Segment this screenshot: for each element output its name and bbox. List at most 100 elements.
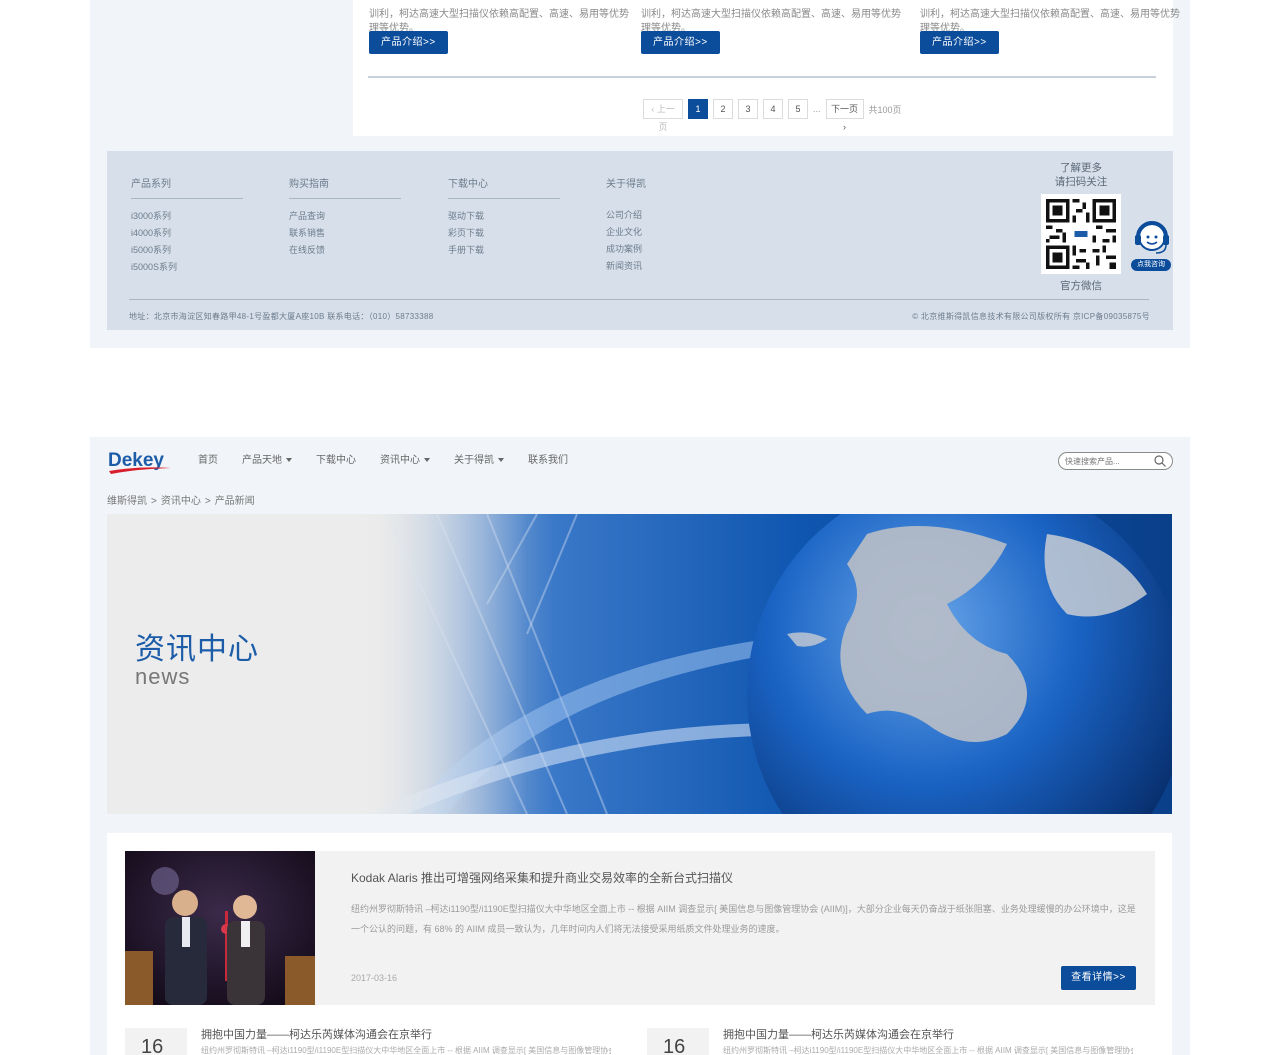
news-day: 16: [663, 1036, 686, 1055]
footer-link[interactable]: 在线反馈: [289, 245, 401, 256]
nav-label: 联系我们: [528, 455, 568, 466]
product-intro-button[interactable]: 产品介绍>>: [641, 31, 720, 54]
pagination: ‹ 上一页 1 2 3 4 5 ... 下一页 › 共100页: [643, 98, 902, 132]
prev-page-button[interactable]: ‹ 上一页: [643, 99, 683, 132]
news-summary: 纽约州罗彻斯特讯 –柯达i1190型/i1190E型扫描仪大中华地区全面上市 -…: [201, 1046, 611, 1055]
news-page: Dekey 首页 产品天地 下载中心 资讯中心 关于得凯 联系我们 维斯得凯>资…: [90, 437, 1190, 1055]
featured-news-description: 纽约州罗彻斯特讯 –柯达i1190型/i1190E型扫描仪大中华地区全面上市 -…: [351, 904, 1136, 934]
footer-column-download: 下载中心 驱动下载 彩页下载 手册下载: [448, 175, 560, 256]
footer-column-title: 购买指南: [289, 175, 401, 199]
nav-item-contact[interactable]: 联系我们: [528, 454, 568, 468]
nav-label: 关于得凯: [454, 455, 494, 466]
footer-link[interactable]: 企业文化: [606, 227, 718, 238]
footer-link[interactable]: 成功案例: [606, 244, 718, 255]
site-footer: 产品系列 i3000系列 i4000系列 i5000系列 i5000S系列 购买…: [107, 151, 1173, 330]
qr-caption: 官方微信: [1060, 280, 1102, 292]
support-label: 点我咨询: [1131, 259, 1171, 271]
footer-column-title: 下载中心: [448, 175, 560, 199]
logo-icon: Dekey: [108, 450, 171, 474]
page-button-3[interactable]: 3: [738, 99, 758, 119]
prev-page-label: 上一页: [656, 104, 675, 132]
view-details-button[interactable]: 查看详情>>: [1061, 966, 1136, 990]
caret-down-icon: [498, 458, 504, 463]
breadcrumb-separator: >: [204, 496, 211, 507]
list-item[interactable]: 16 拥抱中国力量——柯达乐芮媒体沟通会在京举行 纽约州罗彻斯特讯 –柯达i11…: [125, 1023, 611, 1055]
footer-link[interactable]: 手册下载: [448, 245, 560, 256]
qr-heading-line: 请扫码关注: [1054, 176, 1108, 188]
caret-down-icon: [286, 458, 292, 463]
footer-link[interactable]: 联系销售: [289, 228, 401, 239]
news-banner: 资讯中心 news: [107, 514, 1172, 814]
snippet-line: 训利，柯达高速大型扫描仪依赖高配置、高速、易用等优势: [920, 9, 1180, 20]
qr-heading: 了解更多 请扫码关注: [1031, 161, 1131, 189]
main-nav: 首页 产品天地 下载中心 资讯中心 关于得凯 联系我们: [198, 454, 592, 468]
footer-link[interactable]: 产品查询: [289, 211, 401, 222]
footer-column-title: 产品系列: [131, 175, 243, 199]
product-list-area: 训利，柯达高速大型扫描仪依赖高配置、高速、易用等优势 理等优势。 训利，柯达高速…: [353, 0, 1180, 136]
page-total: 共100页: [868, 104, 902, 115]
search-input[interactable]: [1065, 454, 1155, 468]
nav-item-downloads[interactable]: 下载中心: [316, 454, 356, 468]
nav-item-home[interactable]: 首页: [198, 454, 218, 468]
globe-banner-image: [107, 514, 1172, 814]
customer-service-button[interactable]: 点我咨询: [1129, 213, 1175, 273]
news-title[interactable]: 拥抱中国力量——柯达乐芮媒体沟通会在京举行: [201, 1026, 432, 1042]
featured-news-title[interactable]: Kodak Alaris 推出可增强网络采集和提升商业交易效率的全新台式扫描仪: [351, 869, 733, 886]
footer-column-buy: 购买指南 产品查询 联系销售 在线反馈: [289, 175, 401, 256]
footer-link[interactable]: i3000系列: [131, 211, 243, 222]
footer-column-products: 产品系列 i3000系列 i4000系列 i5000系列 i5000S系列: [131, 175, 243, 273]
nav-label: 首页: [198, 455, 218, 466]
footer-column-title: 关于得凯: [606, 179, 646, 190]
snippet-line: 训利，柯达高速大型扫描仪依赖高配置、高速、易用等优势: [641, 9, 901, 20]
dekey-logo[interactable]: Dekey: [107, 447, 175, 477]
news-summary: 纽约州罗彻斯特讯 –柯达i1190型/i1190E型扫描仪大中华地区全面上市 -…: [723, 1046, 1133, 1055]
footer-link[interactable]: 彩页下载: [448, 228, 560, 239]
headset-icon: [1135, 221, 1169, 254]
list-item[interactable]: 16 拥抱中国力量——柯达乐芮媒体沟通会在京举行 纽约州罗彻斯特讯 –柯达i11…: [647, 1023, 1133, 1055]
breadcrumb-current: 产品新闻: [214, 496, 255, 507]
next-page-label: 下一页: [831, 104, 859, 114]
chevron-right-icon: ›: [843, 122, 847, 132]
breadcrumb: 维斯得凯 > 资讯中心 > 产品新闻: [107, 492, 255, 507]
news-day: 16: [141, 1036, 164, 1055]
nav-label: 资讯中心: [380, 455, 420, 466]
footer-link[interactable]: 公司介绍: [606, 210, 718, 221]
chevron-left-icon: ‹: [651, 104, 655, 114]
breadcrumb-link[interactable]: 资讯中心: [161, 496, 201, 507]
breadcrumb-link[interactable]: 维斯得凯: [107, 496, 147, 507]
nav-item-about[interactable]: 关于得凯: [454, 454, 504, 468]
news-panel: Kodak Alaris 推出可增强网络采集和提升商业交易效率的全新台式扫描仪 …: [107, 833, 1172, 1055]
featured-news-image[interactable]: [125, 851, 315, 1005]
news-date-box: 16: [125, 1028, 187, 1055]
footer-link[interactable]: i4000系列: [131, 228, 243, 239]
featured-news-date: 2017-03-16: [351, 973, 398, 983]
product-intro-button[interactable]: 产品介绍>>: [920, 31, 999, 54]
page-button-2[interactable]: 2: [713, 99, 733, 119]
footer-copyright: © 北京维斯得凯信息技术有限公司版权所有 京ICP备09035875号: [912, 312, 1150, 321]
news-title[interactable]: 拥抱中国力量——柯达乐芮媒体沟通会在京举行: [723, 1026, 954, 1042]
footer-divider: [129, 299, 1149, 300]
footer-address: 地址：北京市海淀区知春路甲48-1号盈都大厦A座10B 联系电话：（010）58…: [129, 312, 434, 321]
footer-column-about: 关于得凯 公司介绍 企业文化 成功案例 新闻资讯: [606, 175, 718, 272]
page-button-4[interactable]: 4: [763, 99, 783, 119]
page-button-5[interactable]: 5: [788, 99, 808, 119]
nav-item-products[interactable]: 产品天地: [242, 454, 292, 468]
wechat-qr-code: [1041, 194, 1121, 274]
footer-link[interactable]: i5000系列: [131, 245, 243, 256]
nav-label: 下载中心: [316, 455, 356, 466]
footer-link[interactable]: 新闻资讯: [606, 261, 718, 272]
page-button-1[interactable]: 1: [688, 99, 708, 119]
list-divider: [368, 76, 1156, 78]
footer-link[interactable]: i5000S系列: [131, 262, 243, 273]
product-intro-button[interactable]: 产品介绍>>: [369, 31, 448, 54]
search-icon[interactable]: [1154, 455, 1166, 467]
nav-item-news[interactable]: 资讯中心: [380, 454, 430, 468]
page-ellipsis: ...: [813, 104, 821, 114]
caret-down-icon: [424, 458, 430, 463]
next-page-button[interactable]: 下一页 ›: [825, 99, 864, 132]
qr-code-icon: [1046, 199, 1116, 269]
featured-news: Kodak Alaris 推出可增强网络采集和提升商业交易效率的全新台式扫描仪 …: [125, 851, 1155, 1005]
nav-label: 产品天地: [242, 455, 282, 466]
snippet-line: 训利，柯达高速大型扫描仪依赖高配置、高速、易用等优势: [369, 9, 629, 20]
footer-link[interactable]: 驱动下载: [448, 211, 560, 222]
